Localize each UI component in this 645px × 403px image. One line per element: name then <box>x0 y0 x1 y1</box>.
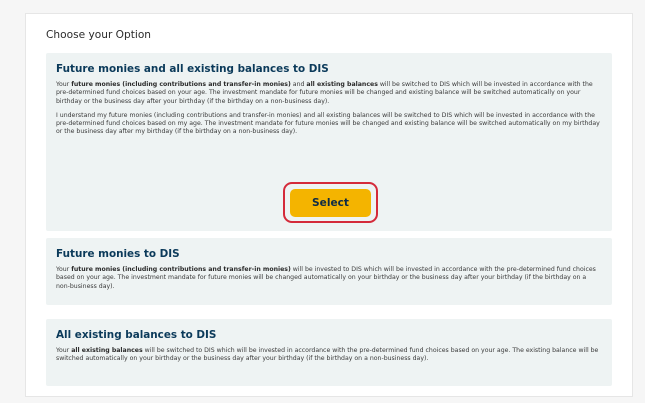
text-emphasis: all existing balances <box>71 347 143 354</box>
option-description: Your future monies (including contributi… <box>56 266 602 291</box>
option-description: Your all existing balances will be switc… <box>56 347 602 364</box>
text-fragment: Your <box>56 347 72 354</box>
text-emphasis: future monies (including contributions a… <box>71 266 291 273</box>
page-background: Choose your Option Future monies and all… <box>0 0 645 403</box>
option-card-future-and-existing: Future monies and all existing balances … <box>46 53 612 231</box>
select-button-highlight: Select <box>283 182 378 223</box>
text-fragment: and <box>290 81 307 88</box>
option-card-future-monies[interactable]: Future monies to DIS Your future monies … <box>46 238 612 305</box>
option-title: All existing balances to DIS <box>56 329 217 341</box>
options-panel: Choose your Option Future monies and all… <box>25 13 633 397</box>
text-fragment: Your <box>56 81 72 88</box>
option-title: Future monies and all existing balances … <box>56 63 329 75</box>
option-title: Future monies to DIS <box>56 248 180 260</box>
page-title: Choose your Option <box>46 29 152 41</box>
select-button[interactable]: Select <box>290 188 371 217</box>
text-emphasis: future monies (including contributions a… <box>71 81 291 88</box>
text-fragment: Your <box>56 266 72 273</box>
text-emphasis: all existing balances <box>306 81 378 88</box>
option-acknowledgement: I understand my future monies (including… <box>56 111 600 136</box>
option-card-existing-balances[interactable]: All existing balances to DIS Your all ex… <box>46 319 612 386</box>
option-description: Your future monies (including contributi… <box>56 81 602 106</box>
